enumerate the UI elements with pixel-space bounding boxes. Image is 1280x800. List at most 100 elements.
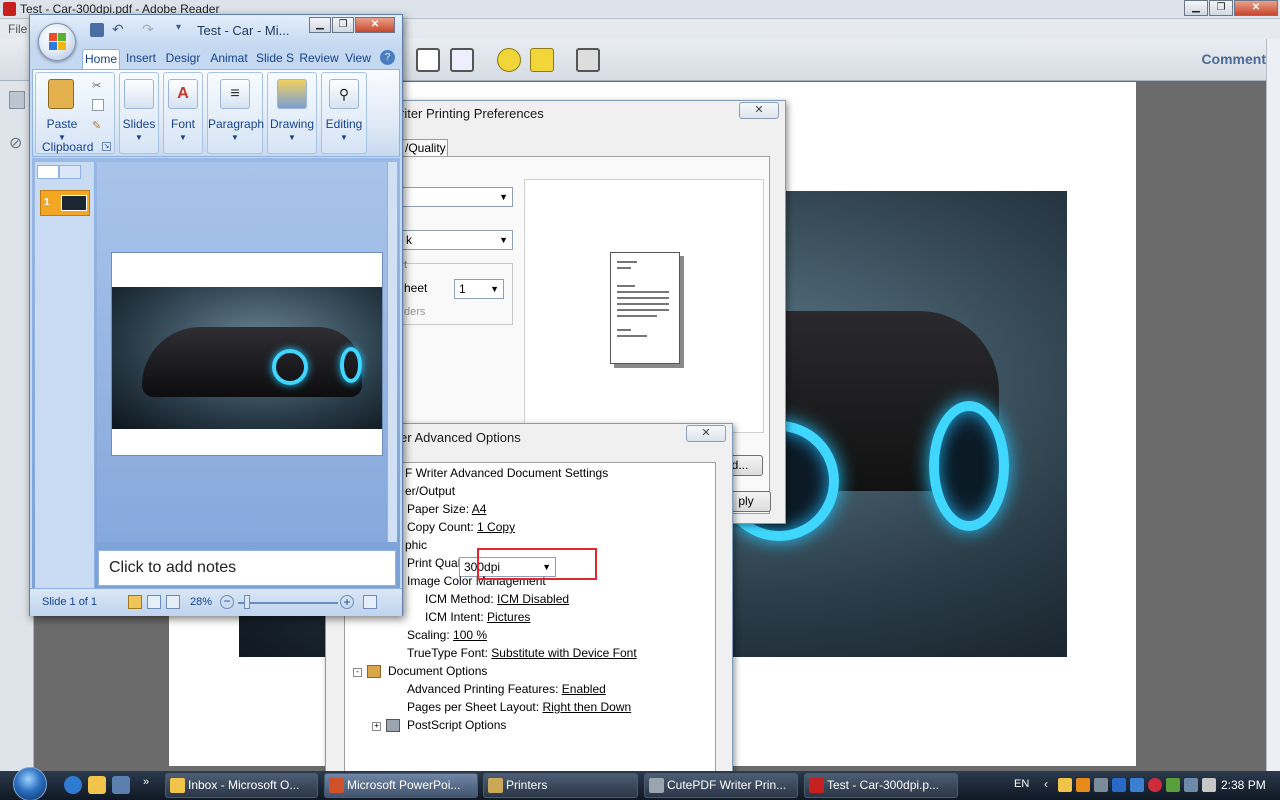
slide-sorter-icon[interactable] — [147, 595, 161, 609]
comment-pane-button[interactable]: Comment — [1201, 51, 1266, 67]
pages-per-sheet-item[interactable]: Pages per Sheet Layout: Right then Down — [407, 700, 631, 714]
slide-canvas[interactable] — [111, 252, 383, 456]
undo-icon[interactable]: ↶ — [112, 21, 124, 38]
dialog-launcher-icon[interactable]: ↘ — [102, 142, 111, 151]
minimize-button[interactable]: ▁ — [1184, 0, 1208, 16]
customize-qat-icon[interactable]: ▾ — [176, 22, 181, 33]
tab-home[interactable]: Home — [82, 49, 120, 69]
taskbar-powerpoint[interactable]: Microsoft PowerPoi... — [324, 773, 478, 798]
prefs-close-button[interactable]: ✕ — [739, 102, 779, 119]
tree-graphic[interactable]: phic — [405, 538, 427, 552]
comment-bubble-icon[interactable] — [497, 48, 521, 72]
tree-postscript-options[interactable]: PostScript Options — [407, 718, 506, 732]
icm-method-value[interactable]: ICM Disabled — [497, 592, 569, 606]
normal-view-icon[interactable] — [128, 595, 142, 609]
expand-icon[interactable] — [576, 48, 600, 72]
tree-paper-output[interactable]: er/Output — [405, 484, 455, 498]
paper-size-item[interactable]: Paper Size: A4 — [407, 502, 486, 516]
zoom-in-icon[interactable]: + — [340, 595, 354, 609]
scaling-value[interactable]: 100 % — [453, 628, 487, 642]
pages-icon[interactable] — [9, 91, 25, 109]
format-painter-icon[interactable]: ✎ — [92, 119, 101, 132]
group-editing[interactable]: ⚲ Editing ▼ — [321, 72, 367, 154]
pages-per-sheet-select[interactable]: 1 ▼ — [454, 279, 504, 299]
ie-icon[interactable] — [64, 776, 82, 794]
show-desktop-icon[interactable] — [112, 776, 130, 794]
tray-security-icon[interactable] — [1148, 778, 1162, 792]
zoom-slider-thumb[interactable] — [244, 595, 250, 609]
copy-count-item[interactable]: Copy Count: 1 Copy — [407, 520, 515, 534]
ppt-close-button[interactable]: ✕ — [355, 17, 395, 33]
tab-paper-quality[interactable]: /Quality — [400, 139, 448, 157]
tab-insert[interactable]: Insert — [122, 49, 160, 69]
slide-vertical-scrollbar[interactable] — [387, 162, 397, 542]
paste-button[interactable]: Paste — [42, 117, 82, 131]
paper-size-value[interactable]: A4 — [472, 502, 487, 516]
clock[interactable]: 2:38 PM — [1221, 778, 1266, 792]
tray-display-icon[interactable] — [1130, 778, 1144, 792]
scaling-item[interactable]: Scaling: 100 % — [407, 628, 487, 642]
expand-icon[interactable]: + — [372, 722, 381, 731]
taskbar-cutepdf[interactable]: CutePDF Writer Prin... — [644, 773, 798, 798]
outlook-quicklaunch-icon[interactable] — [88, 776, 106, 794]
attachment-icon[interactable]: ⊘ — [9, 133, 25, 152]
adv-close-button[interactable]: ✕ — [686, 425, 726, 442]
advanced-printing-value[interactable]: Enabled — [562, 682, 606, 696]
orientation-select[interactable]: ▼ — [401, 187, 513, 207]
tray-app-icon[interactable] — [1076, 778, 1090, 792]
tab-design[interactable]: Desigr — [163, 49, 203, 69]
tab-animations[interactable]: Animat — [206, 49, 252, 69]
tree-root[interactable]: F Writer Advanced Document Settings — [405, 466, 608, 480]
tray-outlook-icon[interactable] — [1058, 778, 1072, 792]
zoom-level[interactable]: 28% — [190, 596, 212, 608]
vertical-scrollbar[interactable] — [1266, 39, 1280, 771]
fit-page-icon[interactable] — [450, 48, 474, 72]
save-icon[interactable] — [90, 23, 104, 37]
copy-count-value[interactable]: 1 Copy — [477, 520, 515, 534]
tab-slide-show[interactable]: Slide S — [254, 49, 296, 69]
ppt-minimize-button[interactable]: ▁ — [309, 17, 331, 33]
save-icon[interactable] — [416, 48, 440, 72]
help-icon[interactable]: ? — [380, 50, 395, 65]
advanced-printing-item[interactable]: Advanced Printing Features: Enabled — [407, 682, 606, 696]
zoom-slider[interactable] — [238, 602, 338, 604]
tray-mobile-icon[interactable] — [1166, 778, 1180, 792]
start-button[interactable] — [8, 767, 48, 800]
slide-show-icon[interactable] — [166, 595, 180, 609]
outline-tab-icon[interactable] — [59, 165, 81, 179]
paste-icon[interactable] — [48, 79, 74, 109]
notes-pane[interactable]: Click to add notes — [98, 550, 396, 586]
quicklaunch-overflow-icon[interactable]: » — [143, 776, 149, 788]
tray-expand-icon[interactable]: ‹ — [1044, 777, 1048, 791]
taskbar-adobe-reader[interactable]: Test - Car-300dpi.p... — [804, 773, 958, 798]
tray-tools-icon[interactable] — [1094, 778, 1108, 792]
menu-file[interactable]: File — [8, 22, 27, 36]
language-indicator[interactable]: EN — [1014, 778, 1029, 790]
taskbar-printers[interactable]: Printers — [483, 773, 638, 798]
group-drawing[interactable]: Drawing ▼ — [267, 72, 317, 154]
cut-icon[interactable]: ✂ — [92, 79, 101, 92]
tray-network-icon[interactable] — [1112, 778, 1126, 792]
copy-icon[interactable] — [92, 99, 104, 111]
group-font[interactable]: A Font ▼ — [163, 72, 203, 154]
truetype-font-value[interactable]: Substitute with Device Font — [491, 646, 636, 660]
zoom-out-icon[interactable]: − — [220, 595, 234, 609]
slides-tab-icon[interactable] — [37, 165, 59, 179]
group-slides[interactable]: Slides ▼ — [119, 72, 159, 154]
fit-window-icon[interactable] — [363, 595, 377, 609]
tab-view[interactable]: View — [342, 49, 374, 69]
volume-icon[interactable] — [1202, 778, 1216, 792]
highlight-icon[interactable] — [530, 48, 554, 72]
icm-method-item[interactable]: ICM Method: ICM Disabled — [425, 592, 569, 606]
close-button[interactable]: ✕ — [1234, 0, 1278, 16]
redo-icon[interactable]: ↷ — [142, 21, 154, 38]
icm-intent-value[interactable]: Pictures — [487, 610, 530, 624]
color-select[interactable]: k ▼ — [401, 230, 513, 250]
pages-per-sheet-value[interactable]: Right then Down — [542, 700, 631, 714]
ppt-maximize-button[interactable]: ❐ — [332, 17, 354, 33]
collapse-icon[interactable]: - — [353, 668, 362, 677]
group-paragraph[interactable]: ≡ Paragraph ▼ — [207, 72, 264, 154]
tree-document-options[interactable]: Document Options — [388, 664, 487, 678]
tray-monitor-icon[interactable] — [1184, 778, 1198, 792]
slide-thumbnail[interactable]: 1 — [40, 190, 90, 216]
